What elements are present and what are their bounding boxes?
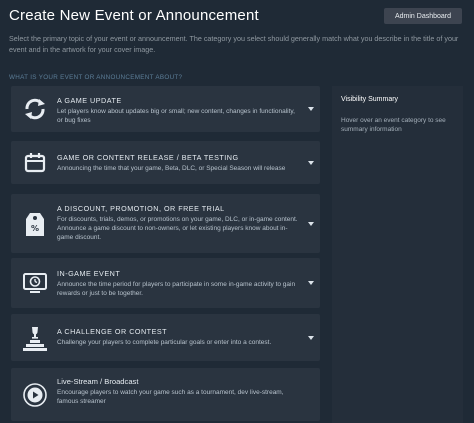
chevron-down-icon bbox=[308, 221, 314, 226]
refresh-arrows-icon bbox=[19, 93, 51, 125]
play-broadcast-icon bbox=[19, 379, 51, 411]
price-tag-icon: % bbox=[19, 208, 51, 240]
category-description: Encourage players to watch your game suc… bbox=[57, 389, 284, 405]
category-in-game-event[interactable]: IN-GAME EVENT Announce the time period f… bbox=[11, 258, 320, 308]
category-title: IN-GAME EVENT bbox=[57, 269, 121, 278]
intro-text: Select the primary topic of your event o… bbox=[9, 34, 459, 54]
category-description: Announce the time period for players to … bbox=[57, 281, 296, 297]
svg-text:%: % bbox=[31, 224, 39, 233]
page: Create New Event or Announcement Admin D… bbox=[0, 0, 474, 423]
chevron-down-icon bbox=[308, 335, 314, 340]
category-description: Challenge your players to complete parti… bbox=[57, 339, 272, 346]
category-title: GAME OR CONTENT RELEASE / BETA TESTING bbox=[57, 153, 239, 162]
visibility-summary-text: Hover over an event category to see summ… bbox=[341, 117, 446, 133]
section-label: WHAT IS YOUR EVENT OR ANNOUNCEMENT ABOUT… bbox=[9, 74, 183, 81]
category-title: A CHALLENGE OR CONTEST bbox=[57, 327, 168, 336]
category-release-beta[interactable]: GAME OR CONTENT RELEASE / BETA TESTING A… bbox=[11, 141, 320, 184]
chevron-down-icon bbox=[308, 281, 314, 285]
category-title: A GAME UPDATE bbox=[57, 96, 122, 105]
admin-dashboard-button[interactable]: Admin Dashboard bbox=[384, 8, 462, 24]
category-title: Live-Stream / Broadcast bbox=[57, 377, 139, 386]
calendar-icon bbox=[19, 147, 51, 179]
category-description: Announcing the time that your game, Beta… bbox=[57, 165, 286, 172]
category-challenge-contest[interactable]: A CHALLENGE OR CONTEST Challenge your pl… bbox=[11, 314, 320, 361]
category-description: For discounts, trials, demos, or promoti… bbox=[57, 216, 298, 241]
category-game-update[interactable]: A GAME UPDATE Let players know about upd… bbox=[11, 86, 320, 132]
chevron-down-icon bbox=[308, 107, 314, 111]
visibility-summary-title: Visibility Summary bbox=[341, 96, 399, 103]
chevron-down-icon bbox=[308, 160, 314, 165]
category-title: A DISCOUNT, PROMOTION, OR FREE TRIAL bbox=[57, 204, 225, 213]
category-live-stream[interactable]: Live-Stream / Broadcast Encourage player… bbox=[11, 368, 320, 421]
category-discount-promotion[interactable]: % A DISCOUNT, PROMOTION, OR FREE TRIAL F… bbox=[11, 194, 320, 253]
trophy-podium-icon bbox=[19, 322, 51, 354]
visibility-summary-panel: Visibility Summary Hover over an event c… bbox=[332, 86, 463, 423]
category-description: Let players know about updates big or sm… bbox=[57, 108, 295, 124]
page-title: Create New Event or Announcement bbox=[9, 7, 259, 24]
monitor-clock-icon bbox=[19, 267, 51, 299]
